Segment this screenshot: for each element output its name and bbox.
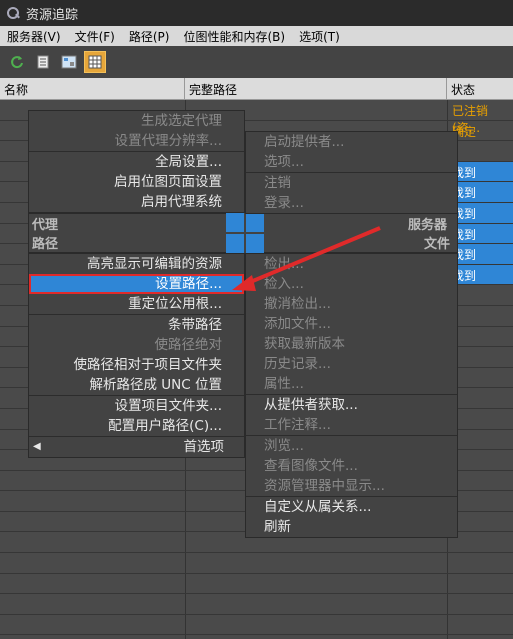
annotation-arrow (232, 226, 381, 291)
